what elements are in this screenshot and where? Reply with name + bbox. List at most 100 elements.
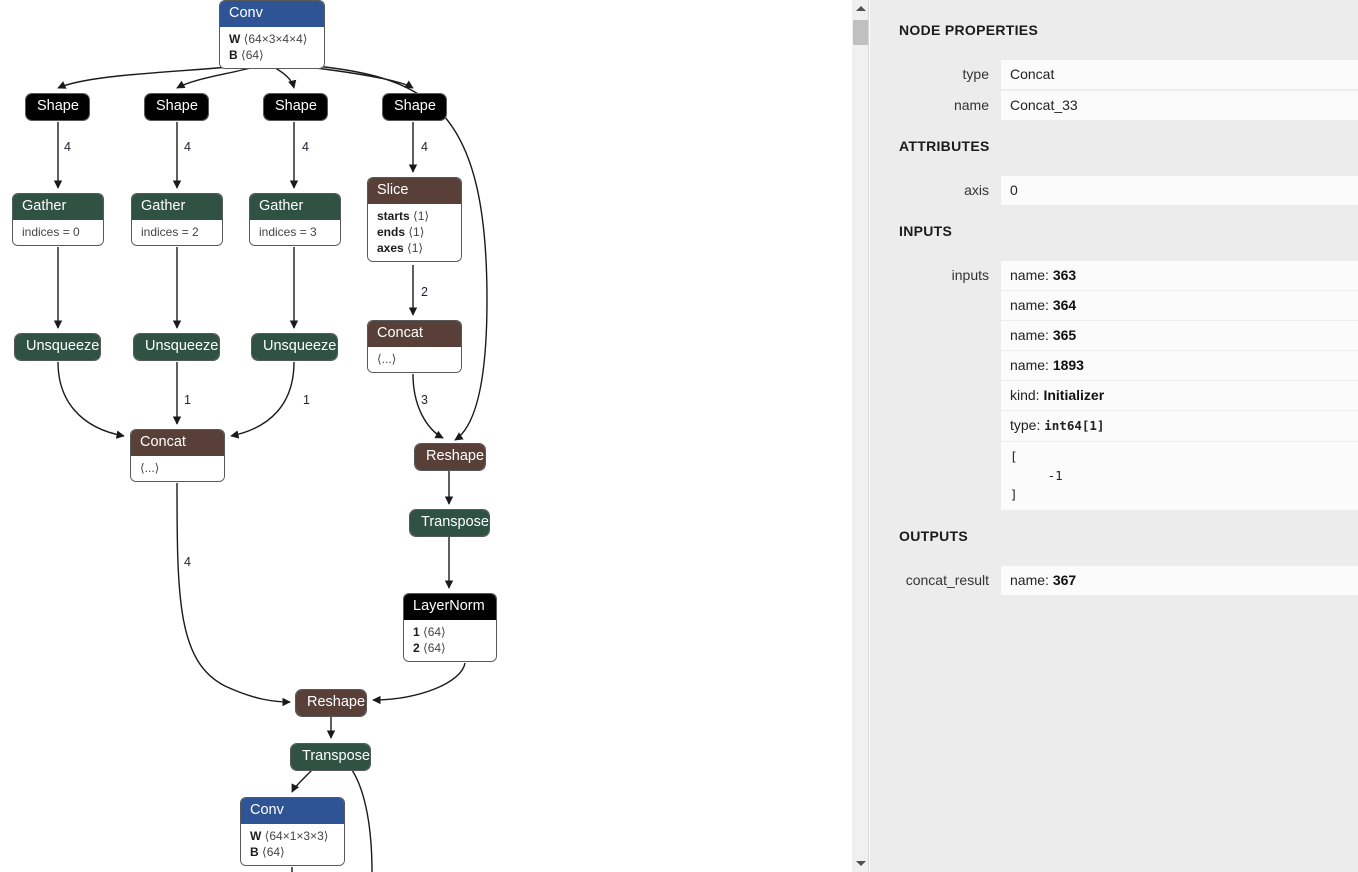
node-header-label: Shape	[383, 94, 446, 120]
node-attributes: indices = 3	[250, 219, 340, 245]
node-attribute-key: W	[250, 828, 262, 843]
graph-node-shape-3[interactable]: Shape	[263, 93, 328, 121]
node-attribute-row: W ⟨64×3×4×4⟩	[229, 31, 315, 47]
node-header-label: Slice	[368, 178, 461, 204]
graph-node-gather-2[interactable]: Gather indices = 2	[131, 193, 223, 246]
property-value-stack: Concat	[1001, 60, 1358, 89]
node-attribute-row: W ⟨64×1×3×3⟩	[250, 828, 335, 844]
input-name-field[interactable]: name: 365	[1001, 320, 1358, 350]
node-attribute-row: ends ⟨1⟩	[377, 224, 452, 240]
graph-node-layernorm[interactable]: LayerNorm 1 ⟨64⟩ 2 ⟨64⟩	[403, 593, 497, 663]
node-property-row: name Concat_33	[870, 91, 1358, 120]
node-header-label: Gather	[132, 194, 222, 220]
property-value-stack: name: 363 name: 364 name: 365 name: 1893 kin…	[1001, 261, 1358, 510]
node-header-label: Shape	[145, 94, 208, 120]
scroll-thumb[interactable]	[853, 20, 868, 45]
node-attribute-key: B	[229, 47, 238, 62]
graph-node-concat-right[interactable]: Concat ⟨...⟩	[367, 320, 462, 373]
graph-node-concat-left[interactable]: Concat ⟨...⟩	[130, 429, 225, 482]
output-row: concat_result name: 367	[870, 566, 1358, 595]
node-header-label: Concat	[131, 430, 224, 456]
property-label: axis	[964, 182, 989, 198]
input-name-value: 363	[1052, 267, 1077, 283]
graph-node-transpose-bot[interactable]: Transpose	[290, 743, 371, 771]
property-label: type	[962, 66, 989, 82]
attribute-value-field[interactable]: 0	[1001, 176, 1358, 205]
node-attribute-row: ⟨...⟩	[140, 460, 215, 476]
node-attribute-row: axes ⟨1⟩	[377, 240, 452, 256]
graph-node-shape-1[interactable]: Shape	[25, 93, 90, 121]
edge-label: 4	[184, 140, 191, 154]
input-name-prefix: name:	[1010, 297, 1053, 313]
edge-label: 4	[421, 140, 428, 154]
graph-edges	[53, 65, 488, 872]
node-attribute-row: B ⟨64⟩	[229, 47, 315, 63]
attributes-rows: axis 0	[870, 176, 1358, 205]
graph-node-reshape-mid[interactable]: Reshape	[414, 443, 486, 471]
input-name-field[interactable]: name: 364	[1001, 290, 1358, 320]
graph-node-conv-bottom[interactable]: Conv W ⟨64×1×3×3⟩ B ⟨64⟩	[240, 797, 345, 867]
graph-node-gather-1[interactable]: Gather indices = 0	[12, 193, 104, 246]
input-name-field[interactable]: name: 363	[1001, 261, 1358, 290]
graph-node-reshape-bottom[interactable]: Reshape	[295, 689, 367, 717]
node-attribute-row: starts ⟨1⟩	[377, 208, 452, 224]
input-name-prefix: name:	[1010, 357, 1053, 373]
node-attribute-key: W	[229, 31, 241, 46]
graph-node-gather-3[interactable]: Gather indices = 3	[249, 193, 341, 246]
input-kind-field[interactable]: kind: Initializer	[1001, 380, 1358, 410]
output-name-prefix: name:	[1010, 572, 1053, 588]
onnx-graph-viewer: Conv W ⟨64×3×4×4⟩ B ⟨64⟩ Shape Shape Shape Sha…	[0, 0, 1358, 872]
edge-label: 2	[421, 285, 428, 299]
scroll-down-arrow[interactable]	[852, 855, 869, 872]
input-kind-value: Initializer	[1043, 387, 1105, 403]
input-type-prefix: type:	[1010, 417, 1045, 433]
scroll-up-arrow[interactable]	[852, 0, 869, 17]
graph-vertical-scrollbar[interactable]	[852, 0, 869, 872]
property-value-field[interactable]: Concat_33	[1001, 91, 1358, 120]
input-name-prefix: name:	[1010, 267, 1053, 283]
property-value-stack: 0	[1001, 176, 1358, 205]
output-name-value: 367	[1052, 572, 1077, 588]
node-attribute-key: 1	[413, 624, 420, 639]
graph-node-slice[interactable]: Slice starts ⟨1⟩ ends ⟨1⟩ axes ⟨1⟩	[367, 177, 462, 263]
node-header-label: Conv	[241, 798, 344, 824]
node-attribute-value: ⟨64⟩	[262, 844, 285, 859]
node-attribute-value: ⟨1⟩	[407, 241, 424, 256]
node-attribute-value: indices = 0	[22, 224, 80, 239]
node-header-label: Shape	[264, 94, 327, 120]
input-name-field[interactable]: name: 1893	[1001, 350, 1358, 380]
input-type-value: int64[1]	[1044, 418, 1105, 433]
node-header-label: Transpose	[291, 744, 370, 770]
input-kind-prefix: kind:	[1010, 387, 1044, 403]
node-attributes: ⟨...⟩	[368, 346, 461, 372]
graph-node-unsqueeze-1[interactable]: Unsqueeze	[14, 333, 101, 361]
node-header-label: Unsqueeze	[15, 334, 100, 360]
graph-node-conv-top[interactable]: Conv W ⟨64×3×4×4⟩ B ⟨64⟩	[219, 0, 325, 70]
node-attribute-value: ⟨64⟩	[423, 640, 446, 655]
property-label: concat_result	[905, 572, 989, 588]
node-attribute-value: ⟨1⟩	[413, 208, 430, 223]
node-attribute-row: indices = 3	[259, 224, 331, 240]
node-attribute-row: ⟨...⟩	[377, 351, 452, 367]
edge-label: 4	[184, 555, 191, 569]
graph-node-shape-2[interactable]: Shape	[144, 93, 209, 121]
edge-label: 4	[302, 140, 309, 154]
graph-canvas[interactable]: Conv W ⟨64×3×4×4⟩ B ⟨64⟩ Shape Shape Shape Sha…	[0, 0, 852, 872]
graph-node-shape-4[interactable]: Shape	[382, 93, 447, 121]
input-data-field[interactable]: [ -1 ]	[1001, 441, 1358, 510]
input-name-value: 365	[1052, 327, 1077, 343]
outputs-rows: concat_result name: 367	[870, 566, 1358, 595]
graph-node-transpose-mid[interactable]: Transpose	[409, 509, 490, 537]
property-value-field[interactable]: Concat	[1001, 60, 1358, 89]
node-attribute-value: indices = 3	[259, 224, 317, 239]
node-attributes: ⟨...⟩	[131, 455, 224, 481]
node-attribute-value: ⟨64×3×4×4⟩	[243, 31, 308, 46]
input-type-field[interactable]: type: int64[1]	[1001, 410, 1358, 441]
output-name-field[interactable]: name: 367	[1001, 566, 1358, 595]
graph-node-unsqueeze-3[interactable]: Unsqueeze	[251, 333, 338, 361]
section-title-attributes: ATTRIBUTES	[899, 138, 990, 154]
graph-node-unsqueeze-2[interactable]: Unsqueeze	[133, 333, 220, 361]
node-attribute-value: ⟨...⟩	[140, 460, 160, 475]
node-header-label: Unsqueeze	[134, 334, 219, 360]
node-attribute-value: ⟨1⟩	[408, 224, 425, 239]
